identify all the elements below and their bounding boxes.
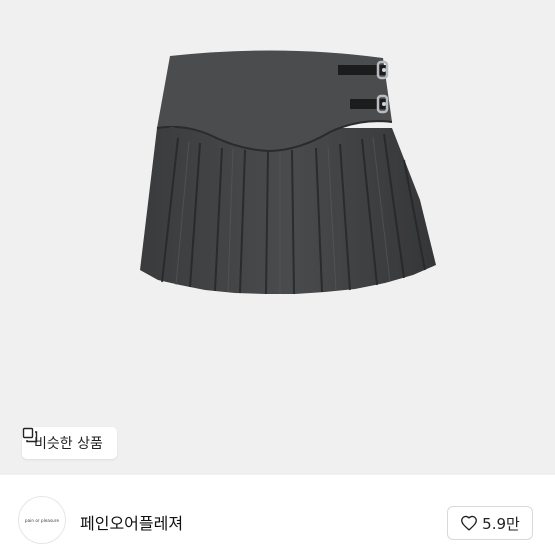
like-count: 5.9만: [482, 514, 520, 533]
similar-products-label: 비슷한 상품: [34, 436, 103, 452]
shop-logo-text: pain or pleasure: [24, 517, 60, 523]
shop-name[interactable]: 페인오어플레져: [80, 510, 183, 534]
product-footer: pain or pleasure 페인오어플레져 5.9만: [0, 475, 555, 555]
product-image[interactable]: 비슷한 상품: [0, 0, 555, 475]
shop-logo[interactable]: pain or pleasure: [18, 496, 66, 544]
like-button[interactable]: 5.9만: [447, 506, 533, 540]
skirt-illustration: [140, 50, 436, 295]
heart-outline-icon: [461, 515, 478, 531]
copy-squares-icon: [22, 427, 38, 443]
similar-products-button[interactable]: 비슷한 상품: [22, 427, 117, 459]
